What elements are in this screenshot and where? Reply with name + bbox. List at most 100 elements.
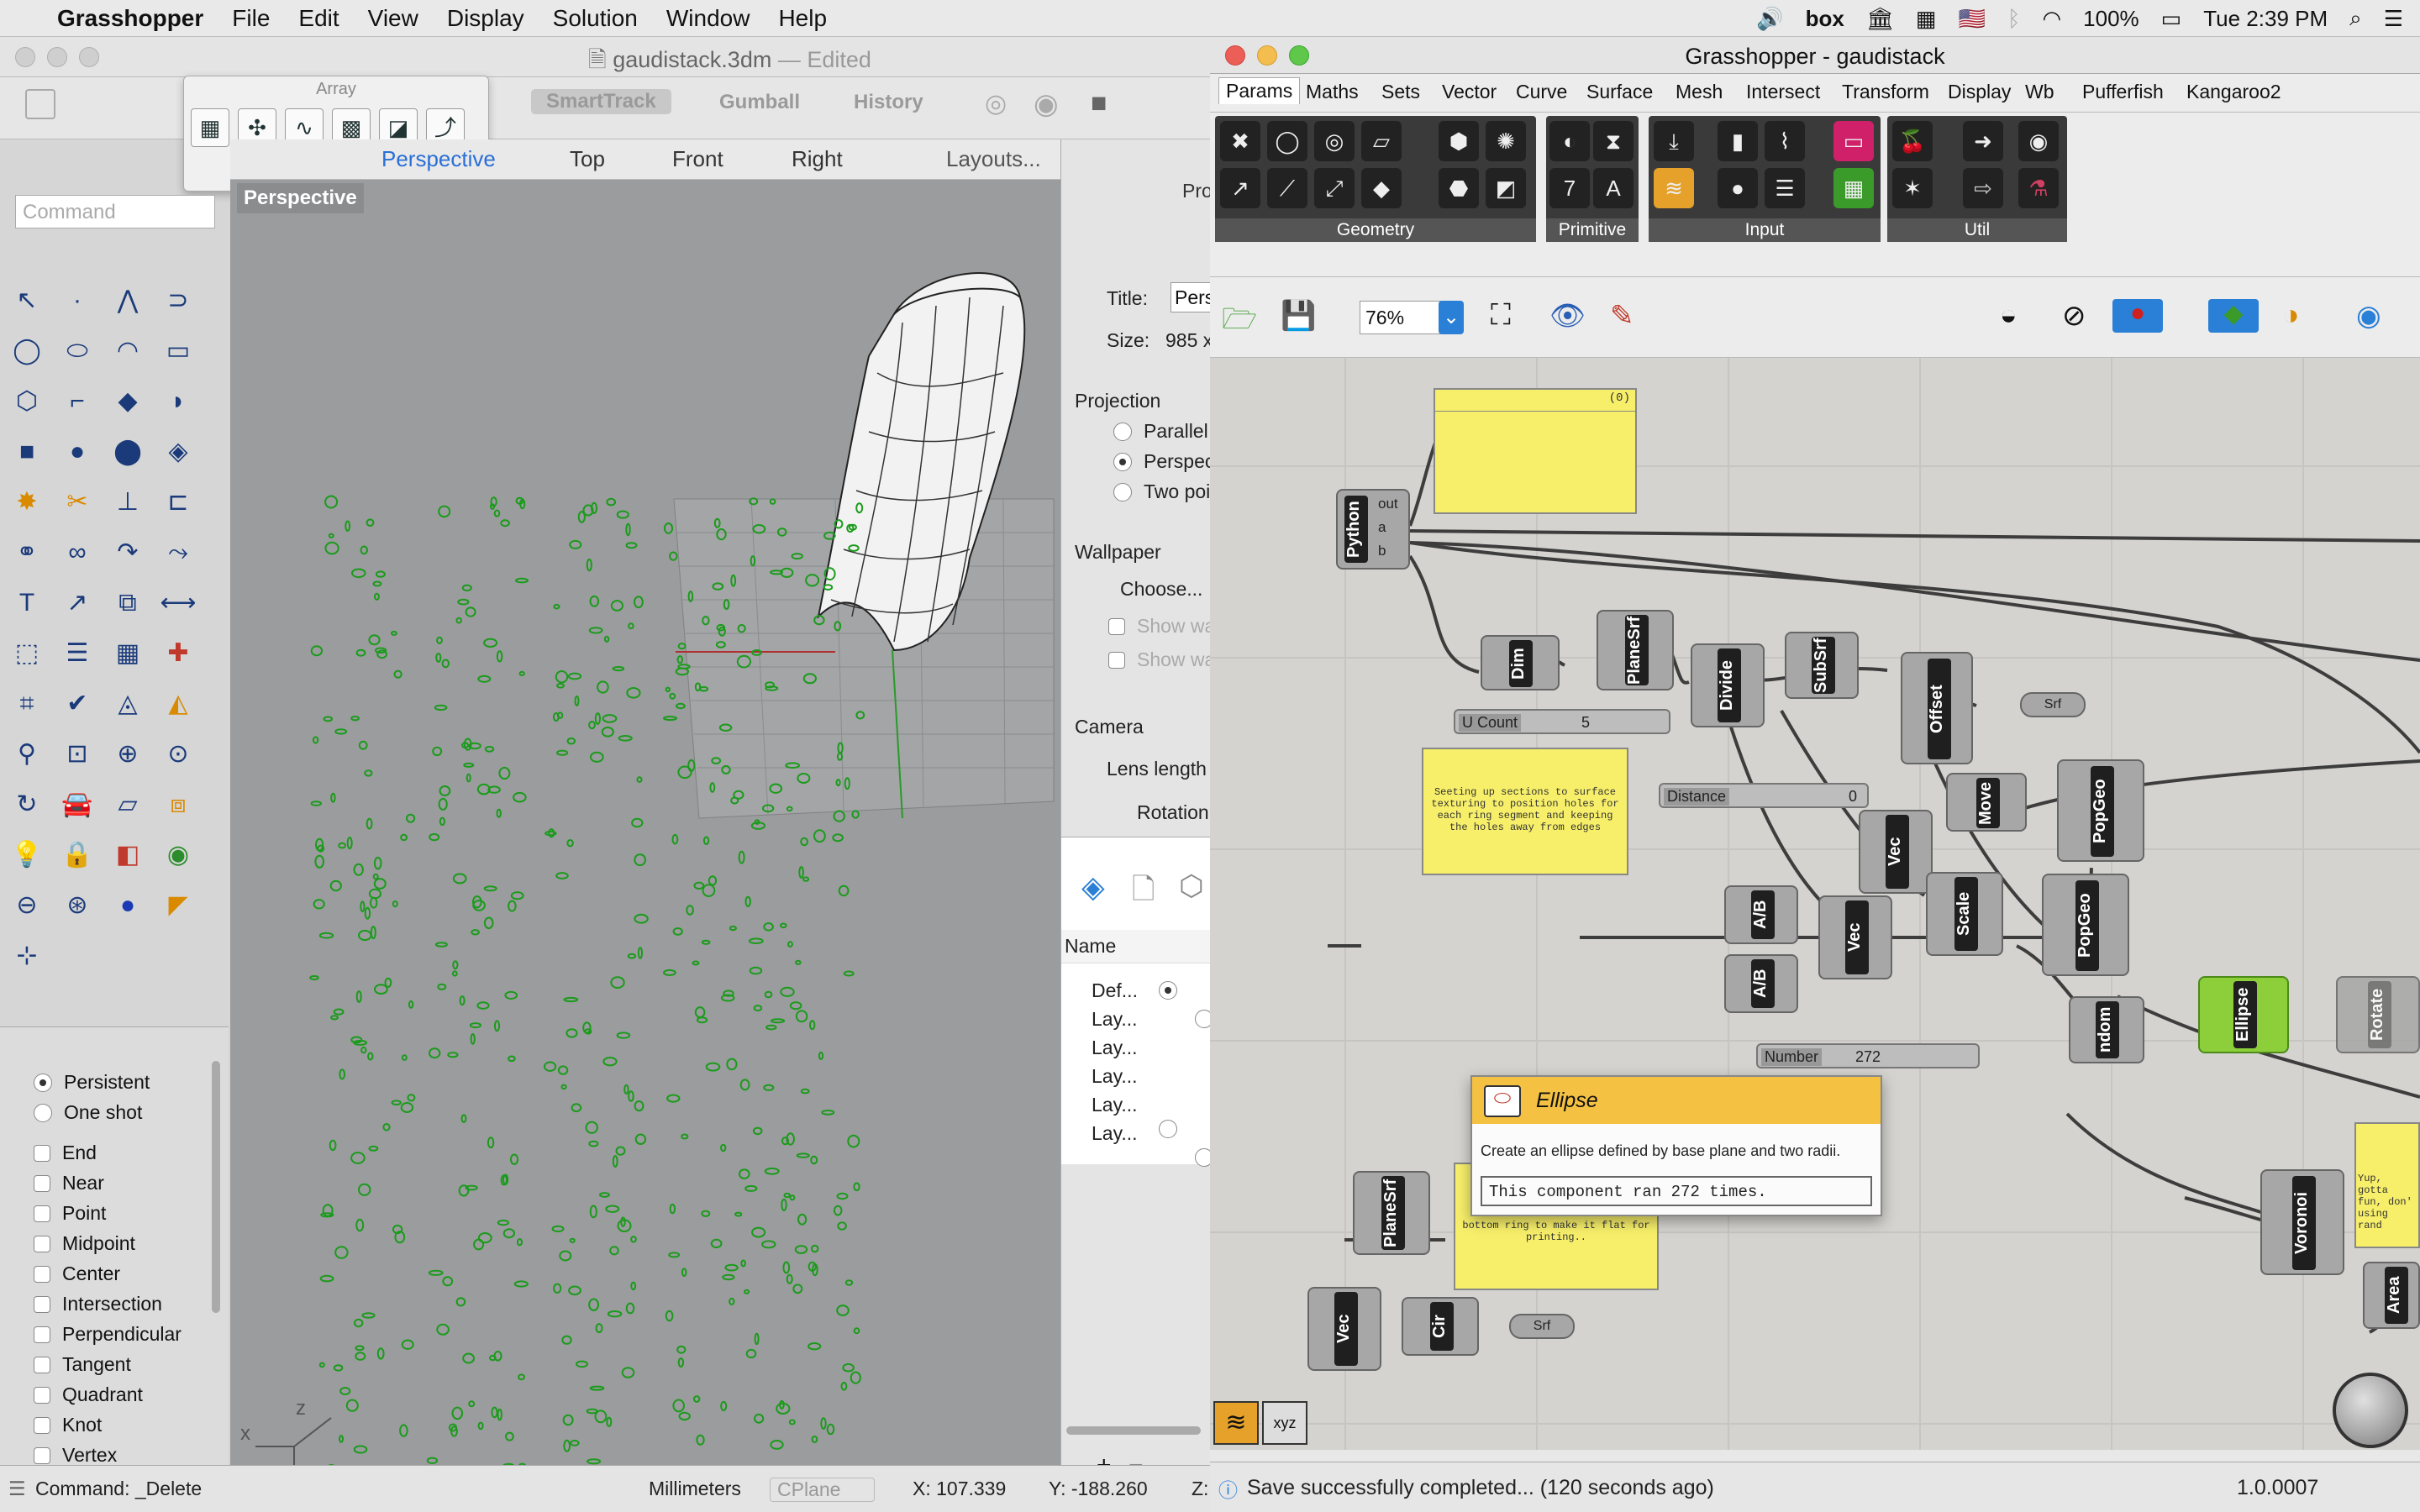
- gradient-icon[interactable]: ▭: [1833, 121, 1874, 161]
- osnap-near-checkbox[interactable]: [34, 1174, 50, 1192]
- move-component[interactable]: Move: [1946, 773, 2027, 832]
- dim-component[interactable]: Dim: [1481, 635, 1560, 690]
- close-button[interactable]: [15, 47, 35, 67]
- brep-param-icon[interactable]: ⬢: [1439, 121, 1479, 161]
- flag-icon[interactable]: 🇺🇸: [1958, 6, 1985, 32]
- perspective-viewport[interactable]: x y z Perspective: [230, 180, 1060, 1499]
- planesrf-component[interactable]: PlaneSrf: [1353, 1171, 1430, 1255]
- primitive-label[interactable]: Primitive: [1546, 218, 1639, 242]
- selected-preview-icon[interactable]: ◆: [2208, 299, 2259, 333]
- ghosted-sphere-icon[interactable]: ⊛: [59, 887, 96, 924]
- sketch-icon[interactable]: ✎: [1610, 299, 1634, 333]
- arrow-outline-icon[interactable]: ⇨: [1963, 168, 2003, 208]
- layouts-button[interactable]: Layouts...: [946, 146, 1041, 172]
- cylinder-icon[interactable]: ⬤: [109, 433, 146, 470]
- matrix-icon[interactable]: ▦: [1833, 168, 1874, 208]
- perspective-radio[interactable]: [1113, 452, 1132, 471]
- tab-transform[interactable]: Transform: [1842, 81, 1929, 103]
- light-cone-icon[interactable]: ◤: [160, 887, 197, 924]
- rotate-view-icon[interactable]: ↻: [8, 786, 45, 823]
- cir-component[interactable]: Cir: [1402, 1297, 1479, 1356]
- boolean-param-icon[interactable]: ◐: [1549, 121, 1590, 161]
- menu-view[interactable]: View: [368, 5, 418, 32]
- contour-icon[interactable]: ☰: [59, 635, 96, 672]
- rebuild-icon[interactable]: ↷: [109, 534, 146, 571]
- scrollbar[interactable]: [1066, 1426, 1201, 1435]
- osnap-knot-checkbox[interactable]: [34, 1416, 50, 1434]
- preview-off-icon[interactable]: ◒: [2000, 299, 2018, 332]
- galapagos-icon[interactable]: ≋: [1213, 1401, 1259, 1445]
- array-rect-icon[interactable]: ▦: [191, 108, 229, 147]
- volume-icon[interactable]: 🔊: [1756, 6, 1783, 32]
- tab-front[interactable]: Front: [672, 146, 723, 172]
- wireframe-icon[interactable]: ⊘: [2062, 299, 2086, 333]
- planesrf-component[interactable]: PlaneSrf: [1597, 610, 1674, 690]
- osnap-quadrant-checkbox[interactable]: [34, 1386, 50, 1404]
- museum-icon[interactable]: 🏛: [1866, 6, 1894, 32]
- util-label[interactable]: Util: [1887, 218, 2067, 242]
- oneshot-radio[interactable]: [34, 1103, 52, 1122]
- control-center-icon[interactable]: ☰: [2384, 6, 2403, 32]
- layer-radio[interactable]: [1194, 1010, 1210, 1028]
- tab-top[interactable]: Top: [570, 146, 605, 172]
- layer-row[interactable]: Lay...: [1092, 1037, 1138, 1059]
- light-icon[interactable]: 💡: [8, 837, 45, 874]
- circle-param-icon[interactable]: ◯: [1267, 121, 1307, 161]
- material-icon[interactable]: ◧: [109, 837, 146, 874]
- render-sphere-icon[interactable]: ●: [109, 887, 146, 924]
- osnap-end-checkbox[interactable]: [34, 1144, 50, 1162]
- grid-icon[interactable]: ▦: [1916, 6, 1937, 32]
- tab-kangaroo2[interactable]: Kangaroo2: [2186, 81, 2281, 103]
- layer-current-radio[interactable]: [1159, 981, 1177, 1000]
- menu-solution[interactable]: Solution: [553, 5, 638, 32]
- flask-icon[interactable]: ⚗: [2018, 168, 2059, 208]
- page-icon[interactable]: 🗋: [1132, 869, 1155, 917]
- target-icon[interactable]: ◎: [985, 89, 1007, 118]
- fillet-icon[interactable]: ⌐: [59, 383, 96, 420]
- tab-vector[interactable]: Vector: [1442, 81, 1497, 103]
- save-icon[interactable]: 💾: [1281, 299, 1316, 333]
- box-icon[interactable]: box: [1806, 6, 1844, 32]
- menu-display[interactable]: Display: [447, 5, 524, 32]
- button-icon[interactable]: ●: [1718, 168, 1758, 208]
- open-file-icon[interactable]: 🗁: [1222, 299, 1257, 347]
- tab-sets[interactable]: Sets: [1381, 81, 1420, 103]
- extend-icon[interactable]: ⊏: [160, 484, 197, 521]
- python-a-port[interactable]: a: [1378, 519, 1386, 536]
- menu-help[interactable]: Help: [778, 5, 827, 32]
- area-component[interactable]: Area: [2363, 1262, 2420, 1329]
- ab-component[interactable]: A/B: [1724, 954, 1798, 1013]
- layer-row[interactable]: Lay...: [1092, 1094, 1138, 1116]
- galapagos-icon[interactable]: ≋: [1654, 168, 1694, 208]
- note-sections[interactable]: Seeting up sections to surface texturing…: [1422, 748, 1628, 875]
- note-random[interactable]: Yup, gotta fun, don' using rand: [2354, 1122, 2420, 1248]
- point-param-icon[interactable]: ◆: [1361, 168, 1402, 208]
- sidebar-toggle-icon[interactable]: [25, 89, 55, 119]
- color-wheel-icon[interactable]: ◉: [160, 837, 197, 874]
- tab-params[interactable]: Params: [1218, 77, 1301, 104]
- tab-maths[interactable]: Maths: [1306, 81, 1359, 103]
- tab-right[interactable]: Right: [792, 146, 843, 172]
- boolean-icon[interactable]: ⚭: [8, 534, 45, 571]
- panel-output[interactable]: (0): [1434, 388, 1637, 514]
- vec-component[interactable]: Vec: [1859, 810, 1933, 894]
- render-preview-icon[interactable]: ◉: [2356, 299, 2381, 333]
- gumball-icon[interactable]: ✚: [160, 635, 197, 672]
- distance-slider[interactable]: Distance 0: [1659, 783, 1869, 808]
- osnap-point-checkbox[interactable]: [34, 1205, 50, 1222]
- point-icon[interactable]: ·: [59, 282, 96, 319]
- layout-icon[interactable]: ⧈: [160, 786, 197, 823]
- array-icon[interactable]: ▦: [109, 635, 146, 672]
- trim-icon[interactable]: ✂: [59, 484, 96, 521]
- command-input[interactable]: Command: [15, 195, 215, 228]
- divide-component[interactable]: Divide: [1691, 643, 1765, 727]
- tab-perspective[interactable]: Perspective: [381, 146, 496, 172]
- ucount-slider[interactable]: U Count 5: [1454, 709, 1670, 734]
- surface-param-icon[interactable]: ▱: [1361, 121, 1402, 161]
- polygon-icon[interactable]: ⬡: [8, 383, 45, 420]
- geometry-param-icon[interactable]: ✖: [1220, 121, 1260, 161]
- battery-percent[interactable]: 100%: [2083, 6, 2139, 32]
- ellipse-icon[interactable]: ⬭: [59, 333, 96, 370]
- input-label[interactable]: Input: [1649, 218, 1881, 242]
- ab-component[interactable]: A/B: [1724, 885, 1798, 944]
